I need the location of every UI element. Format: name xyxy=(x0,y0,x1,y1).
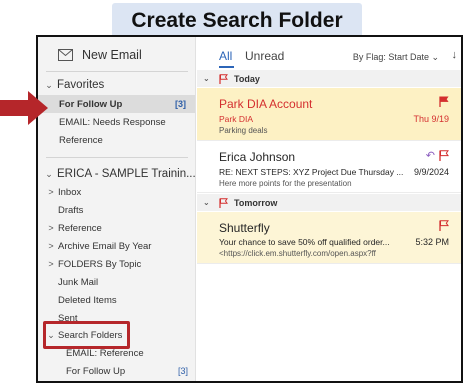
folder-label: Deleted Items xyxy=(58,294,117,306)
unread-count: [3] xyxy=(175,99,186,109)
folder-label: Junk Mail xyxy=(58,276,99,288)
account-header[interactable]: ⌄ ERICA - SAMPLE Trainin... xyxy=(44,165,201,183)
message-item[interactable]: Park DIA Account Park DIA Parking deals … xyxy=(197,88,461,141)
chevron-right-icon: > xyxy=(48,259,54,269)
folder-reference[interactable]: > Reference xyxy=(46,219,203,237)
filter-tabs: All Unread By Flag: Start Date ⌄ ↓ xyxy=(197,37,461,71)
group-label: Tomorrow xyxy=(234,197,278,208)
message-date: Thu 9/19 xyxy=(413,114,449,124)
sort-direction-icon[interactable]: ↓ xyxy=(452,49,458,61)
favorite-reference[interactable]: Reference xyxy=(38,131,195,149)
tab-active-indicator xyxy=(219,66,234,68)
folder-folders-by-topic[interactable]: > FOLDERS By Topic xyxy=(46,255,203,273)
outlook-window: New Email ⌄ Favorites For Follow Up [3] … xyxy=(36,35,463,383)
divider xyxy=(46,157,188,158)
chevron-right-icon: > xyxy=(48,223,54,233)
banner-title: Create Search Folder xyxy=(112,3,362,39)
unread-count: [3] xyxy=(177,366,188,376)
folder-archive-email-by-year[interactable]: > Archive Email By Year xyxy=(46,237,203,255)
divider xyxy=(46,71,188,72)
chevron-down-icon: ⌄ xyxy=(203,74,210,83)
folder-label: EMAIL: Reference xyxy=(66,347,144,359)
message-subject: Your chance to save 50% off qualified or… xyxy=(219,237,390,247)
tab-unread[interactable]: Unread xyxy=(245,49,284,63)
chevron-down-icon: ⌄ xyxy=(203,198,210,207)
tab-all[interactable]: All xyxy=(219,49,232,63)
favorite-label: For Follow Up xyxy=(59,98,123,110)
message-date: 9/9/2024 xyxy=(413,167,449,177)
message-preview: Parking deals xyxy=(219,126,268,135)
favorite-label: EMAIL: Needs Response xyxy=(59,116,166,128)
message-item[interactable]: Shutterfly Your chance to save 50% off q… xyxy=(197,212,461,264)
reply-icon: ↶ xyxy=(425,150,435,162)
folder-label: Archive Email By Year xyxy=(58,240,152,252)
folder-pane: New Email ⌄ Favorites For Follow Up [3] … xyxy=(38,37,196,381)
group-header-tomorrow[interactable]: ⌄ Tomorrow xyxy=(197,194,461,211)
chevron-right-icon: > xyxy=(48,187,54,197)
new-email-label: New Email xyxy=(82,48,142,62)
folder-label: Reference xyxy=(58,222,102,234)
favorite-for-follow-up[interactable]: For Follow Up [3] xyxy=(38,95,195,113)
folder-deleted-items[interactable]: Deleted Items xyxy=(46,291,203,309)
message-sender: Shutterfly xyxy=(219,221,270,235)
folder-label: Drafts xyxy=(58,204,84,216)
new-email-button[interactable]: New Email xyxy=(58,45,142,65)
flag-icon[interactable] xyxy=(439,96,449,107)
folder-inbox[interactable]: > Inbox xyxy=(46,183,203,201)
folder-label: Inbox xyxy=(58,186,82,198)
message-date: 5:32 PM xyxy=(415,237,449,247)
chevron-down-icon: ⌄ xyxy=(45,168,53,179)
group-label: Today xyxy=(234,73,260,84)
message-subject: RE: NEXT STEPS: XYZ Project Due Thursday… xyxy=(219,167,404,177)
flag-icon xyxy=(219,73,228,84)
search-folder-for-follow-up[interactable]: For Follow Up [3] xyxy=(38,362,195,380)
message-sender: Park DIA Account xyxy=(219,97,313,111)
message-subject: Park DIA xyxy=(219,114,254,124)
flag-icon xyxy=(219,197,228,208)
folder-drafts[interactable]: Drafts xyxy=(46,201,203,219)
favorites-header[interactable]: ⌄ Favorites xyxy=(44,76,201,94)
folder-junk-mail[interactable]: Junk Mail xyxy=(46,273,203,291)
sort-dropdown[interactable]: By Flag: Start Date ⌄ xyxy=(353,52,439,63)
message-list: All Unread By Flag: Start Date ⌄ ↓ ⌄ Tod… xyxy=(197,37,461,381)
group-header-today[interactable]: ⌄ Today xyxy=(197,70,461,87)
message-preview: Here more points for the presentation xyxy=(219,179,352,188)
favorite-email-needs-response[interactable]: EMAIL: Needs Response xyxy=(38,113,195,131)
favorites-label: Favorites xyxy=(57,79,105,91)
folder-label: For Follow Up xyxy=(66,365,126,377)
flag-icon[interactable] xyxy=(439,220,449,231)
favorite-label: Reference xyxy=(59,134,103,146)
account-label: ERICA - SAMPLE Trainin... xyxy=(57,168,196,180)
folder-label: FOLDERS By Topic xyxy=(58,258,142,270)
chevron-down-icon: ⌄ xyxy=(45,79,53,90)
annotation-arrow-icon xyxy=(0,91,48,125)
chevron-right-icon: > xyxy=(48,241,54,251)
message-preview: <https://click.em.shutterfly.com/open.as… xyxy=(219,249,376,258)
message-item[interactable]: Erica Johnson RE: NEXT STEPS: XYZ Projec… xyxy=(197,141,461,193)
search-folders-highlight xyxy=(43,321,130,349)
flag-icon[interactable] xyxy=(439,150,449,161)
envelope-icon xyxy=(58,49,73,61)
message-sender: Erica Johnson xyxy=(219,150,296,164)
